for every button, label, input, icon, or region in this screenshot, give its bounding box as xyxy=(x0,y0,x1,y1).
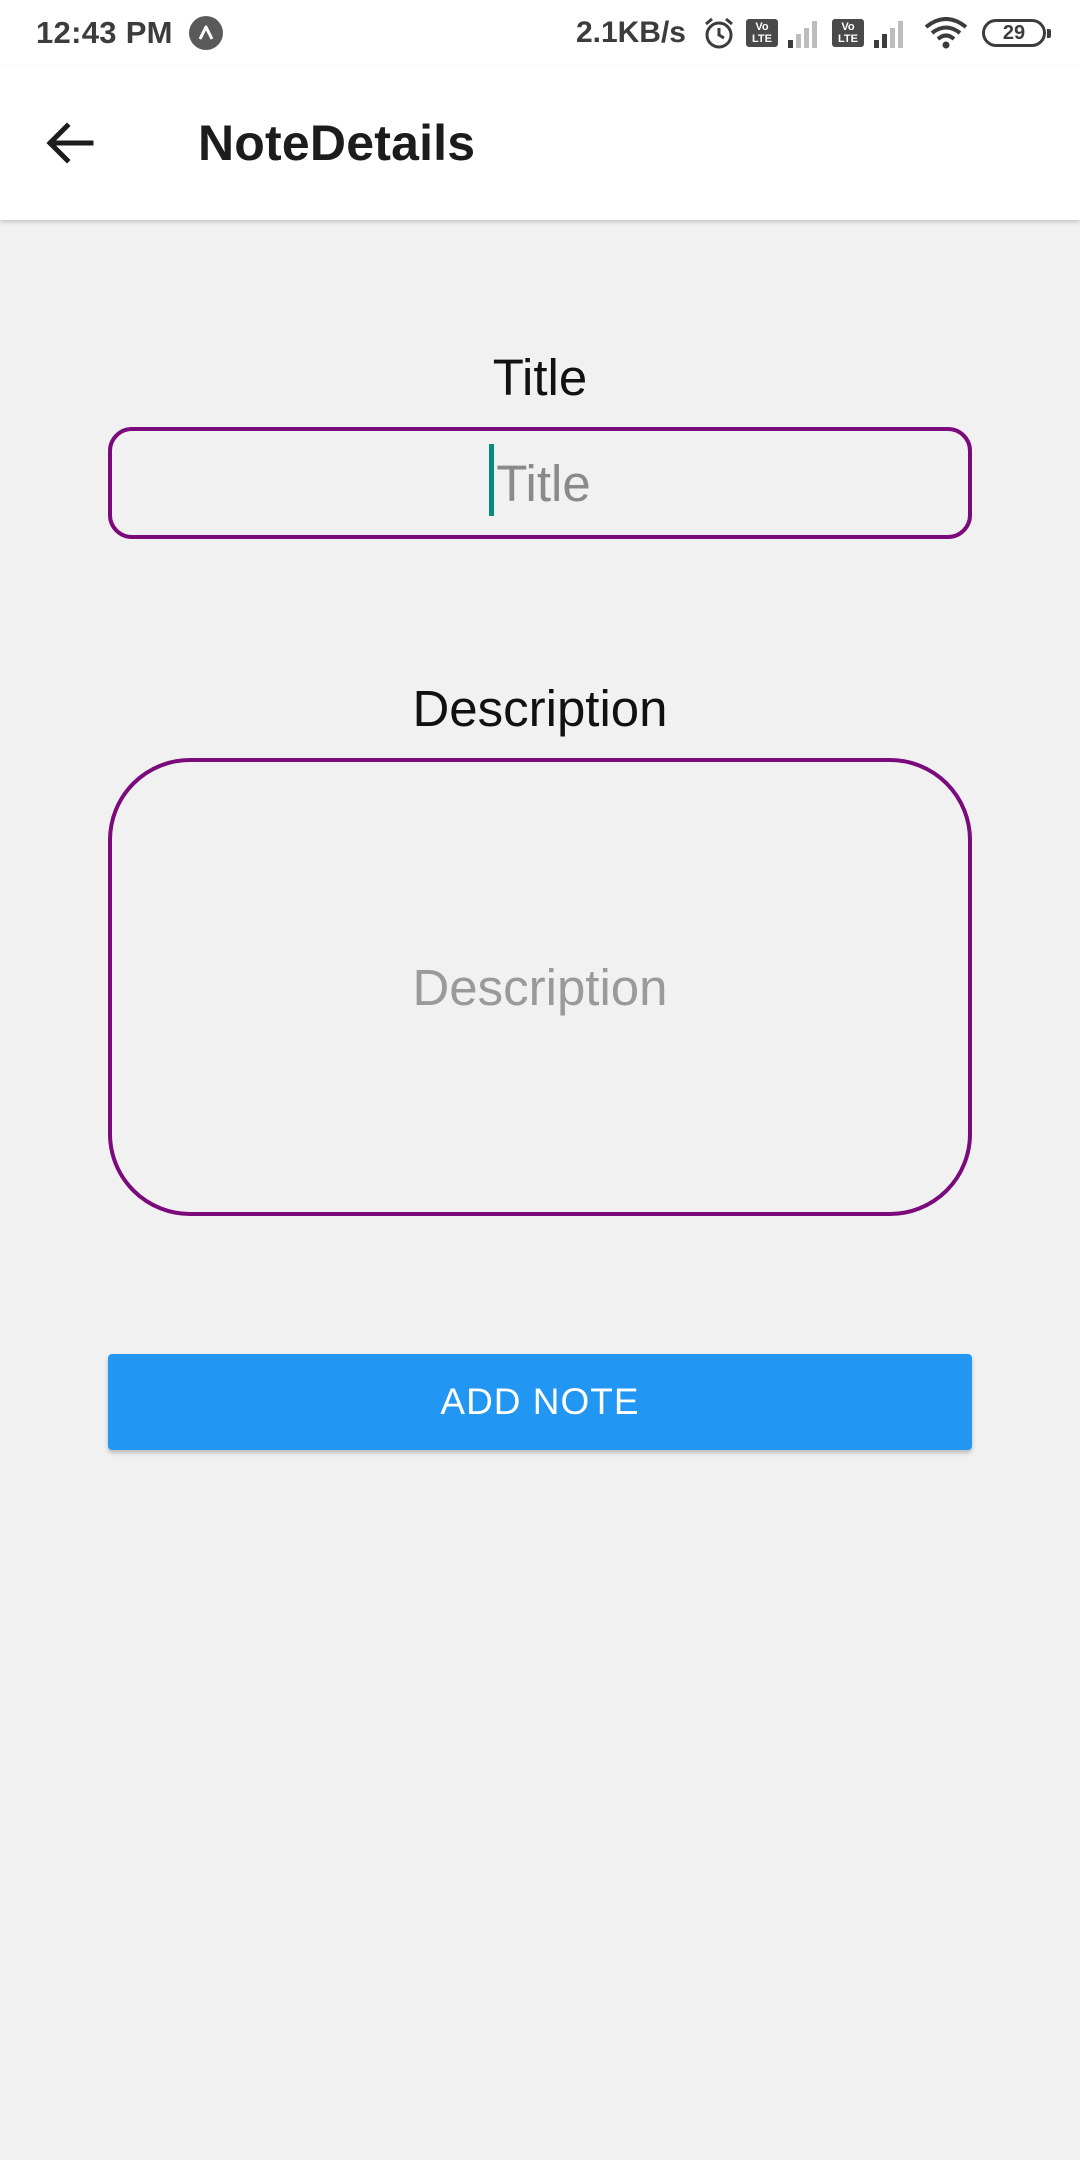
title-placeholder: Title xyxy=(496,454,591,512)
notification-a-icon xyxy=(188,16,223,50)
volte-badge-1: Vo LTE xyxy=(746,19,778,47)
page-title: NoteDetails xyxy=(198,115,476,171)
app-bar: NoteDetails xyxy=(0,66,1080,220)
battery-icon: 29 xyxy=(982,19,1051,47)
status-right: 2.1KB/s Vo LTE Vo LTE 29 xyxy=(575,16,1051,50)
status-left: 12:43 PM xyxy=(36,15,223,51)
description-input[interactable]: Description xyxy=(108,758,972,1216)
net-speed: 2.1KB/s xyxy=(575,16,686,49)
wifi-icon xyxy=(924,17,968,49)
battery-level: 29 xyxy=(1002,21,1026,44)
signal-icon xyxy=(872,18,908,48)
description-placeholder: Description xyxy=(412,958,668,1016)
arrow-left-icon xyxy=(46,122,94,164)
add-note-button[interactable]: ADD NOTE xyxy=(108,1354,972,1450)
status-time: 12:43 PM xyxy=(36,15,173,50)
alarm-icon xyxy=(702,16,736,50)
signal-icon xyxy=(786,18,822,48)
description-label: Description xyxy=(412,680,668,737)
text-caret xyxy=(489,444,495,516)
back-button[interactable] xyxy=(30,103,110,183)
status-bar: 12:43 PM 2.1KB/s Vo LTE Vo LTE 29 xyxy=(0,0,1080,66)
volte-badge-2: Vo LTE xyxy=(832,19,864,47)
title-input[interactable]: Title xyxy=(108,427,972,539)
note-form: Title Title Description Description ADD … xyxy=(108,220,972,1450)
title-label: Title xyxy=(492,349,588,406)
